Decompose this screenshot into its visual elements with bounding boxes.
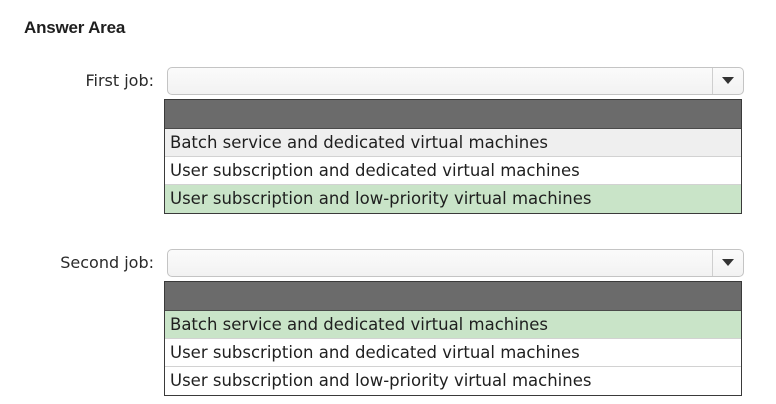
second-job-label: Second job: (60, 253, 154, 272)
first-job-select[interactable] (167, 67, 744, 95)
first-job-option-batch-dedicated[interactable]: Batch service and dedicated virtual mach… (165, 129, 741, 157)
second-job-options-header (165, 282, 741, 311)
second-job-options: Batch service and dedicated virtual mach… (164, 281, 742, 396)
second-job-option-batch-dedicated[interactable]: Batch service and dedicated virtual mach… (165, 311, 741, 339)
second-job-dropdown-button[interactable] (712, 250, 743, 276)
first-job-label: First job: (85, 71, 154, 90)
first-job-options: Batch service and dedicated virtual mach… (164, 99, 742, 214)
second-job-option-user-low-priority[interactable]: User subscription and low-priority virtu… (165, 367, 741, 395)
first-job-option-user-dedicated[interactable]: User subscription and dedicated virtual … (165, 157, 741, 185)
second-job-option-user-dedicated[interactable]: User subscription and dedicated virtual … (165, 339, 741, 367)
chevron-down-icon (722, 259, 734, 266)
second-job-select[interactable] (167, 249, 744, 277)
answer-area-title: Answer Area (24, 18, 126, 37)
chevron-down-icon (722, 77, 734, 84)
first-job-option-user-low-priority[interactable]: User subscription and low-priority virtu… (165, 185, 741, 213)
first-job-options-header (165, 100, 741, 129)
first-job-dropdown-button[interactable] (712, 68, 743, 94)
